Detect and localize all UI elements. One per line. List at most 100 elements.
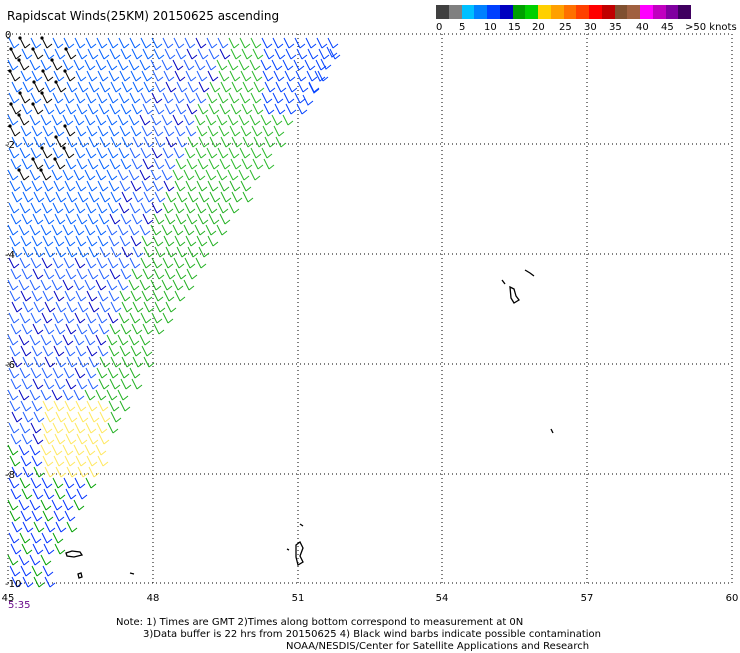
wind-barb xyxy=(106,279,118,291)
wind-barb xyxy=(106,389,118,401)
wind-barb xyxy=(249,59,261,71)
wind-barb xyxy=(75,70,87,82)
wind-barb xyxy=(76,378,88,390)
wind-barb xyxy=(220,81,232,93)
wind-barb xyxy=(109,48,121,60)
wind-barb xyxy=(196,235,208,247)
wind-barb xyxy=(40,334,52,346)
wind-barb-dot xyxy=(62,146,66,150)
wind-barb xyxy=(96,422,108,434)
wind-barb xyxy=(40,554,52,566)
wind-barb xyxy=(9,290,21,302)
wind-barb xyxy=(109,268,121,280)
wind-barb xyxy=(186,213,198,225)
wind-barb xyxy=(51,169,63,181)
wind-barb xyxy=(55,466,67,478)
wind-barb xyxy=(242,81,254,93)
wind-barb xyxy=(53,510,65,522)
wind-barb-dot xyxy=(40,146,44,150)
wind-barb-dot xyxy=(31,102,35,106)
wind-barb xyxy=(32,213,44,225)
wind-barb xyxy=(7,59,19,71)
wind-barb xyxy=(84,444,96,456)
wind-barb xyxy=(30,422,42,434)
wind-barb-dot xyxy=(54,80,58,84)
wind-barb xyxy=(20,400,32,412)
wind-barb xyxy=(62,169,74,181)
wind-barb xyxy=(51,444,63,456)
wind-barb xyxy=(132,356,144,368)
wind-barb xyxy=(304,59,316,71)
wind-barb xyxy=(164,268,176,280)
y-tick-label: -8 xyxy=(5,470,15,481)
wind-barb xyxy=(29,59,41,71)
wind-barb xyxy=(63,37,75,49)
wind-barb xyxy=(9,455,21,467)
wind-barb xyxy=(41,147,53,159)
wind-barb xyxy=(240,125,252,137)
wind-barb xyxy=(53,290,65,302)
wind-barb xyxy=(186,48,198,60)
wind-barb xyxy=(20,345,32,357)
wind-barb xyxy=(107,422,119,434)
wind-barb xyxy=(96,147,108,159)
wind-barb xyxy=(327,37,339,49)
wind-barb xyxy=(228,147,240,159)
wind-barb xyxy=(11,301,23,313)
wind-barb xyxy=(263,48,275,60)
wind-barb xyxy=(206,37,218,49)
wind-barb xyxy=(52,477,64,489)
wind-barb xyxy=(238,114,250,126)
wind-barb xyxy=(73,444,85,456)
wind-barb xyxy=(87,433,99,445)
wind-barb xyxy=(110,81,122,93)
wind-barb xyxy=(121,81,133,93)
wind-barb xyxy=(42,400,54,412)
wind-barb xyxy=(63,422,75,434)
wind-barb xyxy=(95,224,107,236)
wind-barb xyxy=(119,180,131,192)
wind-barb xyxy=(87,323,99,335)
wind-barb xyxy=(140,92,152,104)
wind-barb xyxy=(22,356,34,368)
wind-barb xyxy=(62,114,74,126)
wind-barb xyxy=(31,70,43,82)
wind-barb xyxy=(220,191,232,203)
wind-barb xyxy=(97,345,109,357)
wind-barb xyxy=(216,169,228,181)
wind-barb xyxy=(32,268,44,280)
wind-barb xyxy=(165,191,177,203)
wind-barb xyxy=(131,158,143,170)
wind-barb xyxy=(184,37,196,49)
wind-barb xyxy=(18,334,30,346)
wind-barb xyxy=(75,180,87,192)
wind-barb xyxy=(51,59,63,71)
wind-barb xyxy=(172,114,184,126)
y-tick-label: -6 xyxy=(5,360,15,371)
wind-barb xyxy=(99,301,111,313)
wind-barb xyxy=(66,411,78,423)
wind-barb xyxy=(95,444,107,456)
island-outline xyxy=(501,279,506,285)
wind-barb xyxy=(43,103,55,115)
wind-barb xyxy=(175,268,187,280)
wind-barb xyxy=(62,444,74,456)
wind-barb xyxy=(96,367,108,379)
wind-barb xyxy=(206,92,218,104)
wind-barb xyxy=(140,257,152,269)
wind-barb xyxy=(18,279,30,291)
wind-barb xyxy=(19,477,31,489)
wind-barb xyxy=(139,59,151,71)
wind-barb xyxy=(194,224,206,236)
note-line-2: 3)Data buffer is 22 hrs from 20150625 4)… xyxy=(143,629,601,640)
wind-barb xyxy=(41,92,53,104)
wind-barb xyxy=(52,257,64,269)
wind-barb xyxy=(9,510,21,522)
wind-barb xyxy=(51,499,63,511)
wind-barb xyxy=(33,136,45,148)
wind-barb xyxy=(87,378,99,390)
wind-barb xyxy=(8,92,20,104)
wind-barb xyxy=(85,202,97,214)
wind-barb xyxy=(131,48,143,60)
wind-barb xyxy=(88,411,100,423)
